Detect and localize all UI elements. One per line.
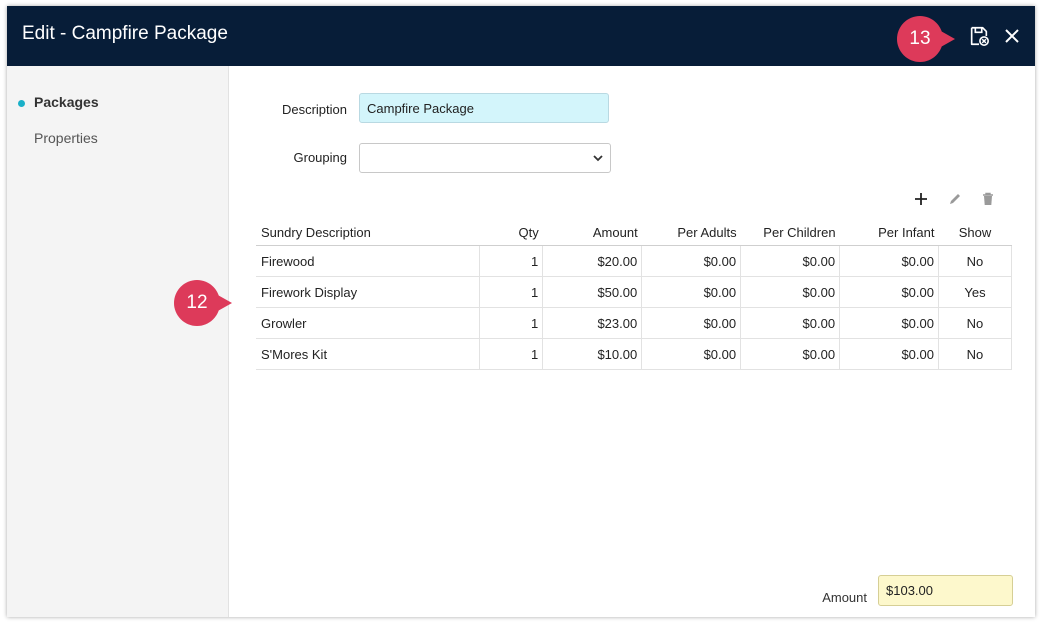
- column-header-per-adults[interactable]: Per Adults: [641, 219, 741, 246]
- sundries-table: Sundry Description Qty Amount Per Adults…: [256, 219, 1013, 370]
- description-input[interactable]: [359, 93, 609, 123]
- cell-per-children: $0.00: [740, 276, 841, 308]
- add-sundry-button[interactable]: [912, 190, 930, 208]
- cell-description: S'Mores Kit: [256, 338, 481, 370]
- cell-amount: $20.00: [542, 245, 643, 277]
- cell-qty: 1: [479, 276, 544, 308]
- cell-description: Firewood: [256, 245, 481, 277]
- table-row[interactable]: Growler 1 $23.00 $0.00 $0.00 $0.00 No: [256, 307, 1013, 339]
- trash-icon: [983, 192, 993, 205]
- grouping-select[interactable]: [359, 143, 611, 173]
- cell-per-adults: $0.00: [641, 338, 742, 370]
- cell-per-children: $0.00: [740, 338, 841, 370]
- edit-sundry-button[interactable]: [946, 190, 964, 208]
- column-header-per-infant[interactable]: Per Infant: [839, 219, 939, 246]
- table-header-row: Sundry Description Qty Amount Per Adults…: [256, 219, 1012, 246]
- save-close-icon: [970, 26, 989, 46]
- column-header-qty[interactable]: Qty: [479, 219, 543, 246]
- close-icon: [1005, 29, 1019, 43]
- cell-amount: $50.00: [542, 276, 643, 308]
- dialog-header: Edit - Campfire Package: [7, 6, 1035, 66]
- cell-qty: 1: [479, 338, 544, 370]
- column-header-sundry-description[interactable]: Sundry Description: [256, 219, 480, 246]
- grouping-label: Grouping: [293, 150, 347, 165]
- column-header-per-children[interactable]: Per Children: [740, 219, 840, 246]
- cell-qty: 1: [479, 307, 544, 339]
- cell-per-infant: $0.00: [839, 338, 939, 370]
- table-row[interactable]: Firewood 1 $20.00 $0.00 $0.00 $0.00 No: [256, 245, 1013, 277]
- cell-per-infant: $0.00: [839, 307, 939, 339]
- cell-per-adults: $0.00: [641, 245, 742, 277]
- sidebar-item-packages[interactable]: Packages: [34, 94, 99, 110]
- table-row[interactable]: S'Mores Kit 1 $10.00 $0.00 $0.00 $0.00 N…: [256, 338, 1013, 370]
- cell-show: No: [938, 338, 1013, 370]
- description-label: Description: [281, 102, 347, 117]
- column-header-amount[interactable]: Amount: [542, 219, 642, 246]
- cell-amount: $23.00: [542, 307, 643, 339]
- callout-badge-save: 13: [897, 16, 955, 62]
- callout-badge-table: 12: [174, 280, 232, 326]
- edit-package-dialog: Edit - Campfire Package Packages Propert…: [7, 6, 1035, 617]
- table-row[interactable]: Firework Display 1 $50.00 $0.00 $0.00 $0…: [256, 276, 1013, 308]
- amount-total-field[interactable]: [878, 575, 1013, 606]
- save-and-close-button[interactable]: [966, 23, 992, 49]
- cell-per-children: $0.00: [740, 245, 841, 277]
- column-header-show[interactable]: Show: [938, 219, 1012, 246]
- cell-description: Growler: [256, 307, 481, 339]
- cell-per-children: $0.00: [740, 307, 841, 339]
- sidebar-item-properties[interactable]: Properties: [34, 130, 98, 146]
- pencil-icon: [950, 194, 960, 204]
- cell-per-infant: $0.00: [839, 276, 939, 308]
- dialog-title: Edit - Campfire Package: [22, 23, 228, 44]
- delete-sundry-button[interactable]: [979, 190, 997, 208]
- main-content: Description Grouping: [229, 66, 1035, 617]
- cell-per-adults: $0.00: [641, 307, 742, 339]
- cell-per-adults: $0.00: [641, 276, 742, 308]
- active-indicator-dot: [18, 100, 25, 107]
- cell-show: No: [938, 307, 1013, 339]
- chevron-down-icon: [593, 155, 603, 162]
- add-icon: [915, 193, 927, 205]
- cell-show: Yes: [938, 276, 1013, 308]
- cell-amount: $10.00: [542, 338, 643, 370]
- amount-label: Amount: [822, 590, 867, 605]
- cell-qty: 1: [479, 245, 544, 277]
- sidebar: Packages Properties: [7, 66, 229, 617]
- close-button[interactable]: [999, 23, 1025, 49]
- cell-per-infant: $0.00: [839, 245, 939, 277]
- cell-description: Firework Display: [256, 276, 481, 308]
- cell-show: No: [938, 245, 1013, 277]
